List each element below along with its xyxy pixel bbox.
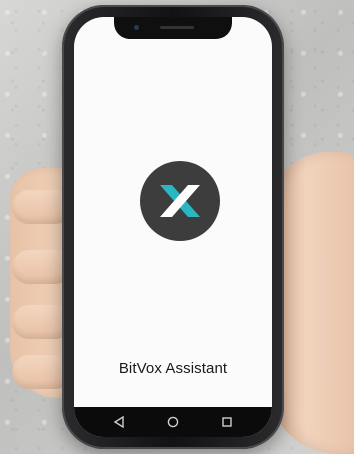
home-button[interactable] — [163, 412, 183, 432]
phone-notch — [114, 17, 232, 39]
android-navigation-bar — [74, 407, 272, 437]
front-camera-icon — [134, 25, 139, 30]
app-name-label: BitVox Assistant — [118, 360, 228, 377]
phone-screen: BitVox Assistant — [74, 17, 272, 437]
bitvox-x-logo-icon — [160, 185, 200, 217]
home-circle-icon — [167, 416, 179, 428]
recents-button[interactable] — [217, 412, 237, 432]
back-button[interactable] — [109, 412, 129, 432]
phone-frame: BitVox Assistant — [62, 5, 284, 449]
speaker-grille — [160, 26, 194, 29]
app-logo — [140, 161, 220, 241]
back-triangle-icon — [113, 416, 124, 428]
recents-square-icon — [222, 417, 232, 427]
